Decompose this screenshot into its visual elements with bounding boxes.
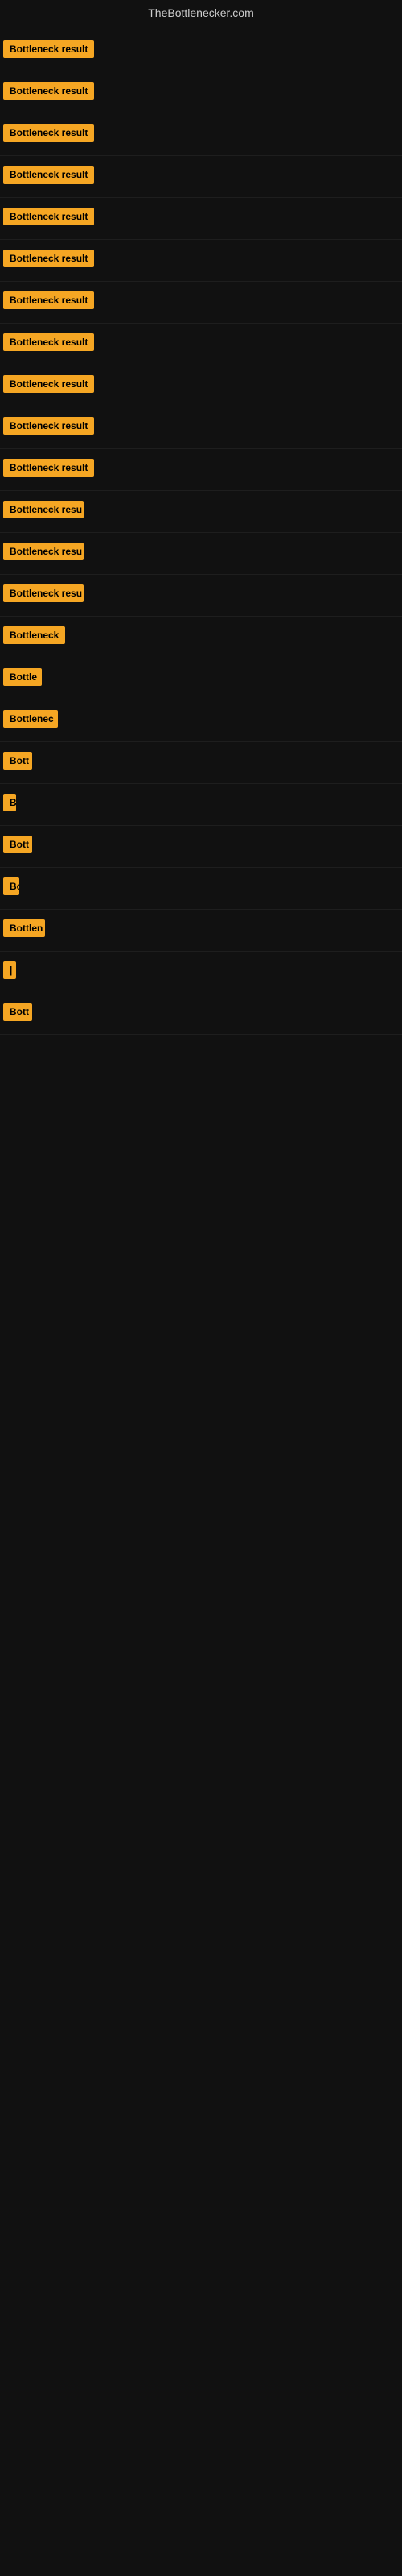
bottleneck-label-5[interactable]: Bottleneck result — [3, 208, 94, 225]
bottleneck-label-7[interactable]: Bottleneck result — [3, 291, 94, 309]
bottleneck-label-4[interactable]: Bottleneck result — [3, 166, 94, 184]
bottleneck-label-15[interactable]: Bottleneck — [3, 626, 65, 644]
site-title: TheBottlenecker.com — [0, 0, 402, 23]
bottleneck-label-3[interactable]: Bottleneck result — [3, 124, 94, 142]
bottleneck-label-12[interactable]: Bottleneck resu — [3, 501, 84, 518]
bottleneck-row-15: Bottleneck — [0, 617, 402, 658]
rows-container: Bottleneck result Bottleneck result Bottle… — [0, 23, 402, 1035]
bottleneck-row-17: Bottlenec — [0, 700, 402, 742]
bottleneck-row-11: Bottleneck result — [0, 449, 402, 491]
bottleneck-label-9[interactable]: Bottleneck result — [3, 375, 94, 393]
bottleneck-row-1: Bottleneck result — [0, 31, 402, 72]
bottleneck-label-20[interactable]: Bott — [3, 836, 32, 853]
bottleneck-row-22: Bottlen — [0, 910, 402, 952]
bottleneck-label-18[interactable]: Bott — [3, 752, 32, 770]
bottleneck-label-24[interactable]: Bott — [3, 1003, 32, 1021]
bottleneck-label-13[interactable]: Bottleneck resu — [3, 543, 84, 560]
bottleneck-label-11[interactable]: Bottleneck result — [3, 459, 94, 477]
bottleneck-label-10[interactable]: Bottleneck result — [3, 417, 94, 435]
bottleneck-label-2[interactable]: Bottleneck result — [3, 82, 94, 100]
bottleneck-label-23[interactable]: | — [3, 961, 16, 979]
bottleneck-label-14[interactable]: Bottleneck resu — [3, 584, 84, 602]
bottleneck-row-20: Bott — [0, 826, 402, 868]
bottleneck-label-6[interactable]: Bottleneck result — [3, 250, 94, 267]
bottleneck-row-13: Bottleneck resu — [0, 533, 402, 575]
bottleneck-row-18: Bott — [0, 742, 402, 784]
bottleneck-row-24: Bott — [0, 993, 402, 1035]
bottleneck-row-23: | — [0, 952, 402, 993]
bottleneck-row-10: Bottleneck result — [0, 407, 402, 449]
bottleneck-row-21: Bo — [0, 868, 402, 910]
bottleneck-row-19: B — [0, 784, 402, 826]
bottleneck-label-21[interactable]: Bo — [3, 877, 19, 895]
bottleneck-row-2: Bottleneck result — [0, 72, 402, 114]
bottleneck-row-16: Bottle — [0, 658, 402, 700]
bottleneck-label-19[interactable]: B — [3, 794, 16, 811]
bottleneck-row-6: Bottleneck result — [0, 240, 402, 282]
bottleneck-row-12: Bottleneck resu — [0, 491, 402, 533]
bottleneck-row-9: Bottleneck result — [0, 365, 402, 407]
bottleneck-row-7: Bottleneck result — [0, 282, 402, 324]
bottleneck-label-17[interactable]: Bottlenec — [3, 710, 58, 728]
bottleneck-row-3: Bottleneck result — [0, 114, 402, 156]
bottleneck-label-8[interactable]: Bottleneck result — [3, 333, 94, 351]
bottleneck-row-5: Bottleneck result — [0, 198, 402, 240]
bottleneck-row-14: Bottleneck resu — [0, 575, 402, 617]
bottleneck-label-22[interactable]: Bottlen — [3, 919, 45, 937]
bottleneck-label-1[interactable]: Bottleneck result — [3, 40, 94, 58]
page-wrapper: TheBottlenecker.com Bottleneck resultBot… — [0, 0, 402, 2576]
bottleneck-label-16[interactable]: Bottle — [3, 668, 42, 686]
bottleneck-row-4: Bottleneck result — [0, 156, 402, 198]
bottleneck-row-8: Bottleneck result — [0, 324, 402, 365]
